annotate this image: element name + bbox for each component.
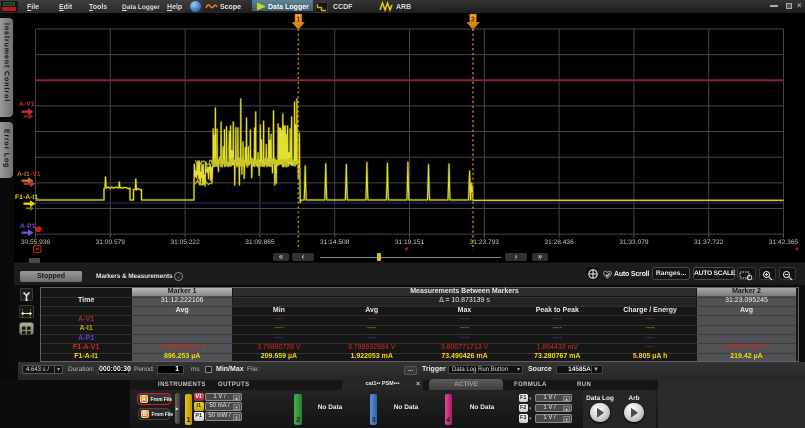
svg-text:31:42.365: 31:42.365 — [769, 239, 799, 246]
svg-text:31:33.079: 31:33.079 — [619, 239, 649, 246]
svg-text:31:05.222: 31:05.222 — [170, 239, 200, 246]
svg-text:31:37.722: 31:37.722 — [694, 239, 724, 246]
svg-text:A-I1: A-I1 — [17, 171, 30, 178]
svg-text:2: 2 — [471, 14, 475, 23]
svg-text:-V1: -V1 — [30, 171, 41, 178]
svg-text:F1-A-I1: F1-A-I1 — [15, 194, 38, 201]
svg-text:31:00.579: 31:00.579 — [96, 239, 126, 246]
svg-text:31:28.436: 31:28.436 — [544, 239, 574, 246]
svg-text:31:14.508: 31:14.508 — [320, 239, 350, 246]
svg-text:31:19.151: 31:19.151 — [395, 239, 425, 246]
svg-text:31:09.865: 31:09.865 — [245, 239, 275, 246]
svg-text:A-P1: A-P1 — [20, 223, 36, 230]
svg-text:1: 1 — [296, 14, 300, 23]
svg-text:31:23.793: 31:23.793 — [470, 239, 500, 246]
svg-text:A-V1: A-V1 — [19, 101, 35, 108]
